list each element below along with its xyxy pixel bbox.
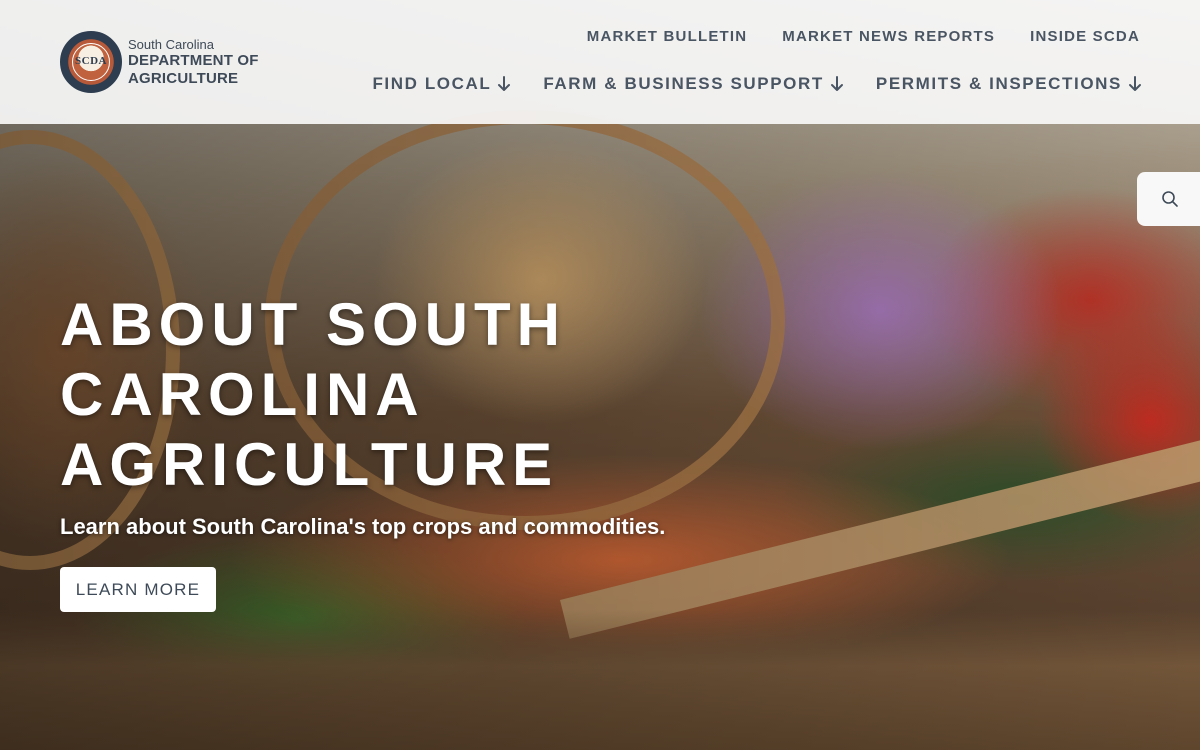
logo-line-state: South Carolina [128,36,214,52]
scda-logo[interactable]: SCDA South Carolina DEPARTMENT OF AGRICU… [60,30,360,94]
search-icon [1162,191,1178,207]
nav-permits-inspections-label: PERMITS & INSPECTIONS [875,74,1122,93]
hero-title: ABOUT SOUTH CAROLINA AGRICULTURE [60,291,566,498]
nav-farm-business-support[interactable]: FARM & BUSINESS SUPPORT [543,74,844,94]
arrow-down-icon [498,76,511,91]
nav-find-local-label: FIND LOCAL [372,74,492,93]
arrow-down-icon [1129,76,1141,91]
scda-seal-icon: SCDA [60,31,122,93]
nav-inside-scda[interactable]: INSIDE SCDA [1030,28,1140,45]
main-nav: FIND LOCAL FARM & BUSINESS SUPPORT PERMI… [372,74,1142,94]
nav-permits-inspections[interactable]: PERMITS & INSPECTIONS [876,74,1142,94]
nav-find-local[interactable]: FIND LOCAL [372,74,511,94]
site-header: SCDA South Carolina DEPARTMENT OF AGRICU… [0,0,1200,124]
search-button[interactable] [1137,172,1200,226]
logo-line-department: DEPARTMENT OF AGRICULTURE [128,51,259,87]
utility-nav: MARKET BULLETIN MARKET NEWS REPORTS INSI… [587,28,1140,45]
nav-market-news-reports[interactable]: MARKET NEWS REPORTS [782,28,995,45]
hero-subtitle: Learn about South Carolina's top crops a… [60,514,666,539]
arrow-down-icon [830,76,843,91]
nav-market-bulletin[interactable]: MARKET BULLETIN [587,28,748,45]
learn-more-button[interactable]: LEARN MORE [60,567,216,612]
nav-farm-business-support-label: FARM & BUSINESS SUPPORT [543,74,824,93]
